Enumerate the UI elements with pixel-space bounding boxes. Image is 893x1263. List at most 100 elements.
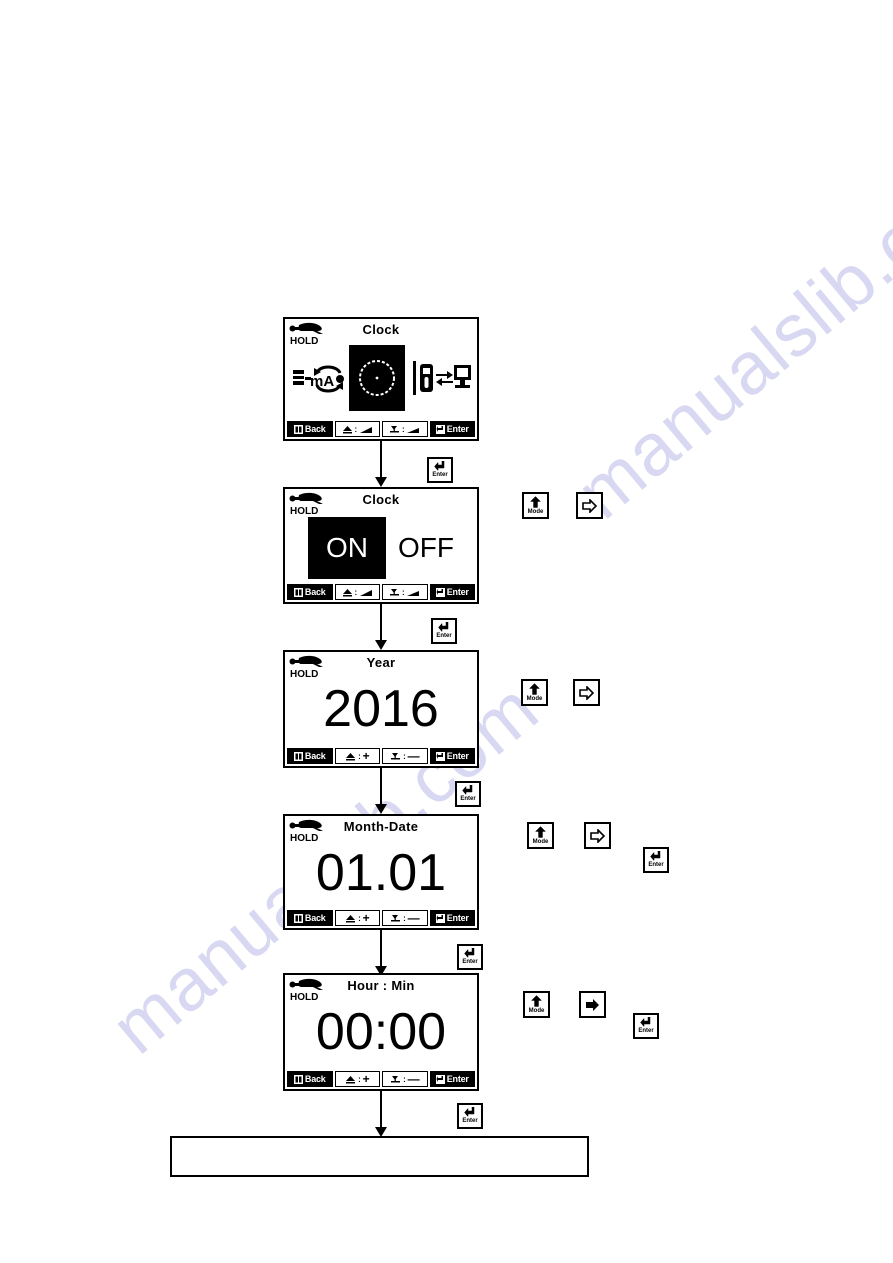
esc-icon — [293, 424, 303, 434]
svg-text:HOLD: HOLD — [290, 336, 318, 345]
softkey-enter[interactable]: Enter — [429, 748, 475, 764]
key-mode[interactable]: Mode — [523, 991, 550, 1018]
flow-arrowhead — [375, 804, 387, 814]
down-triangle-icon — [391, 1075, 401, 1082]
lcd-title: Year — [366, 655, 396, 670]
lcd-panel-year: HOLD Year 2016 Back : +: — Enter — [283, 650, 479, 768]
softkey-increment[interactable]: : + — [334, 910, 380, 926]
softkey-enter[interactable]: Enter — [429, 421, 475, 437]
softkey-back[interactable]: Back — [287, 910, 333, 926]
softkey-enter[interactable]: Enter — [429, 584, 475, 600]
softkey-enter[interactable]: Enter — [429, 1071, 475, 1087]
up-triangle-icon — [346, 752, 356, 760]
enter-icon — [435, 913, 445, 923]
key-enter[interactable]: Enter — [457, 944, 483, 970]
value-hour-min[interactable]: 00:00 — [285, 999, 477, 1065]
option-on-selected[interactable]: ON — [308, 517, 386, 579]
enter-arrow-icon — [463, 1107, 474, 1118]
softkey-increment[interactable]: : + — [334, 1071, 380, 1087]
flow-connector — [380, 1091, 382, 1131]
svg-text:HOLD: HOLD — [290, 506, 318, 515]
end-result-box — [170, 1136, 589, 1177]
ramp-down-icon — [407, 427, 420, 433]
softkey-bar: Back : + : — Enter — [287, 910, 475, 926]
lcd-header: HOLD Hour : Min — [285, 975, 477, 1001]
key-label: Enter — [432, 472, 448, 478]
svg-text:mA: mA — [310, 373, 334, 390]
lcd-panel-month-date: HOLD Month-Date 01.01 Back : +: — Enter — [283, 814, 479, 930]
option-off[interactable]: OFF — [386, 532, 454, 564]
up-triangle-icon — [342, 588, 352, 596]
down-triangle-icon — [390, 425, 400, 432]
softkey-back[interactable]: Back — [287, 421, 333, 437]
softkey-decrement[interactable]: : — — [382, 748, 428, 764]
key-label: Mode — [526, 695, 543, 702]
softkey-down[interactable]: : — [382, 584, 428, 600]
softkey-label: Back — [304, 751, 326, 761]
up-arrow-icon — [530, 495, 541, 508]
key-enter[interactable]: Enter — [455, 781, 481, 807]
enter-arrow-icon — [461, 785, 472, 796]
softkey-label: Back — [304, 587, 326, 597]
softkey-label: Enter — [446, 751, 469, 761]
key-enter[interactable]: Enter — [643, 847, 669, 873]
lcd-header: HOLD Clock — [285, 489, 477, 515]
key-label: Enter — [648, 862, 664, 868]
flow-connector — [380, 930, 382, 970]
key-mode[interactable]: Mode — [522, 492, 549, 519]
lcd-header: HOLD Clock — [285, 319, 477, 345]
softkey-enter[interactable]: Enter — [429, 910, 475, 926]
key-label: Enter — [462, 959, 478, 965]
lcd-panel-clock-onoff: HOLD Clock ON OFF Back :: Enter — [283, 487, 479, 604]
softkey-label: Enter — [446, 424, 469, 434]
softkey-label: + — [362, 911, 370, 925]
enter-icon — [435, 751, 445, 761]
softkey-decrement[interactable]: : — — [382, 1071, 428, 1087]
up-triangle-icon — [346, 1075, 356, 1083]
key-enter[interactable]: Enter — [431, 618, 457, 644]
esc-icon — [293, 1074, 303, 1084]
down-triangle-icon — [391, 752, 401, 759]
value-year[interactable]: 2016 — [285, 676, 477, 742]
key-right-arrow[interactable] — [573, 679, 600, 706]
enter-icon — [435, 587, 445, 597]
key-right-arrow[interactable] — [584, 822, 611, 849]
down-triangle-icon — [391, 914, 401, 921]
lcd-body: 00:00 — [285, 1001, 477, 1063]
key-mode[interactable]: Mode — [527, 822, 554, 849]
right-arrow-icon — [581, 498, 597, 513]
softkey-increment[interactable]: : + — [334, 748, 380, 764]
key-label: Enter — [462, 1118, 478, 1124]
lcd-body: ON OFF — [285, 515, 477, 579]
key-enter[interactable]: Enter — [427, 457, 453, 483]
softkey-back[interactable]: Back — [287, 748, 333, 764]
clock-icon-selected[interactable] — [349, 345, 405, 411]
key-enter[interactable]: Enter — [633, 1013, 659, 1039]
lcd-panel-clock-menu: HOLD Clock mA Back:: Enter — [283, 317, 479, 441]
key-label: Enter — [638, 1028, 654, 1034]
softkey-down[interactable]: : — [382, 421, 428, 437]
enter-arrow-icon — [463, 948, 474, 959]
lcd-title: Hour : Min — [347, 978, 415, 993]
softkey-label: Enter — [446, 1074, 469, 1084]
softkey-back[interactable]: Back — [287, 1071, 333, 1087]
flow-arrowhead — [375, 477, 387, 487]
softkey-up[interactable]: : — [334, 421, 380, 437]
pc-link-icon — [413, 359, 471, 404]
key-label: Mode — [528, 1007, 545, 1014]
up-arrow-icon — [535, 825, 546, 838]
key-mode[interactable]: Mode — [521, 679, 548, 706]
softkey-label: — — [407, 749, 420, 763]
softkey-back[interactable]: Back — [287, 584, 333, 600]
key-right-arrow[interactable] — [579, 991, 606, 1018]
key-label: Enter — [460, 796, 476, 802]
softkey-decrement[interactable]: : — — [382, 910, 428, 926]
softkey-up[interactable]: : — [334, 584, 380, 600]
key-enter[interactable]: Enter — [457, 1103, 483, 1129]
ramp-down-icon — [407, 590, 420, 596]
value-month-date[interactable]: 01.01 — [285, 840, 477, 906]
key-right-arrow[interactable] — [576, 492, 603, 519]
flow-arrowhead — [375, 640, 387, 650]
flow-connector — [380, 441, 382, 481]
ramp-up-icon — [359, 589, 372, 596]
